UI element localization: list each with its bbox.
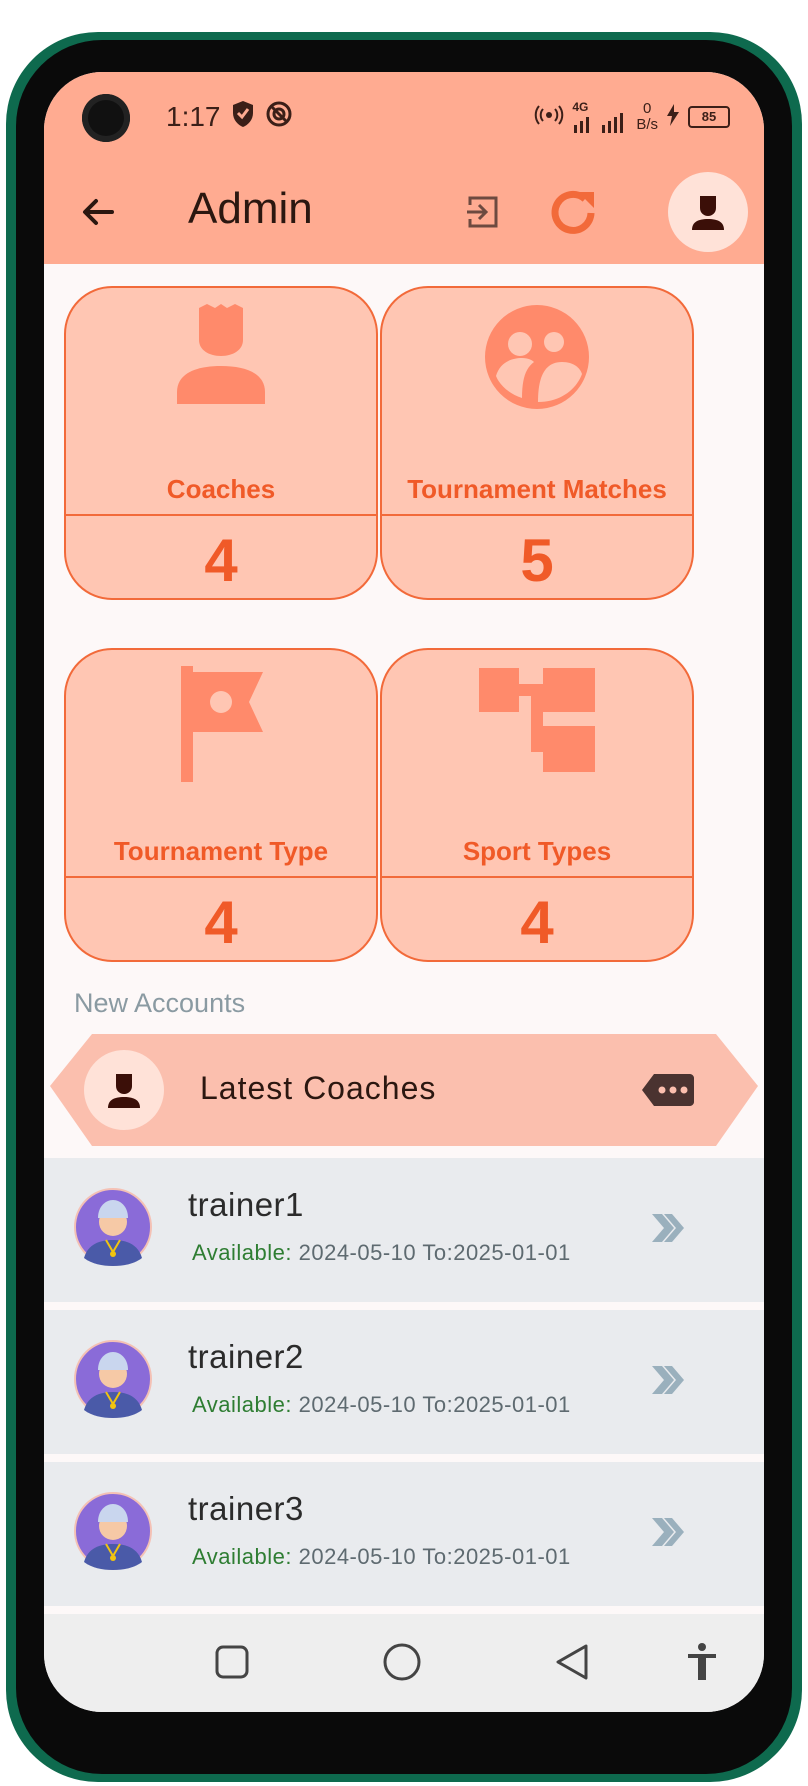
card-label: Sport Types [462,836,612,866]
accessibility-button[interactable] [680,1640,724,1684]
double-chevron-right-icon[interactable] [650,1212,686,1249]
network-type: 4G [572,100,589,114]
triangle-back-icon [556,1644,588,1680]
latest-coaches-banner[interactable]: Latest Coaches [50,1034,758,1146]
group-icon [382,302,692,412]
banner-title: Latest Coaches [200,1070,437,1106]
screen: 1:17 4G 0 B/s 85 Admin Coaches 4 Tournam… [44,72,764,1712]
side-button [794,502,802,712]
flag-icon [66,664,376,782]
logout-button[interactable] [462,192,502,232]
availability: Available: 2024-05-10 To:2025-01-01 [192,1544,571,1570]
toolbar: Admin [44,172,764,264]
card-label: Tournament Matches [407,474,667,504]
double-chevron-right-icon[interactable] [650,1516,686,1553]
card-divider [382,876,692,878]
available-label: Available: [192,1544,292,1569]
avatar [74,1492,152,1570]
card-count: 4 [204,527,238,594]
hotspot-icon [534,104,564,131]
avatar [84,1050,164,1130]
back-button[interactable] [74,188,122,236]
card-count: 4 [520,889,554,956]
availability: Available: 2024-05-10 To:2025-01-01 [192,1240,571,1266]
logout-icon [467,196,498,228]
card-count: 5 [520,527,554,594]
refresh-button[interactable] [542,182,604,244]
coach-name: trainer1 [188,1186,304,1223]
hierarchy-icon [382,664,692,774]
card-divider [382,514,692,516]
double-chevron-right-icon[interactable] [650,1364,686,1401]
status-bar-right: 4G 0 B/s 85 [534,96,730,138]
available-label: Available: [192,1392,292,1417]
card-divider [66,876,376,878]
card-tournament-matches[interactable]: Tournament Matches 5 [380,286,694,600]
coach-name: trainer2 [188,1338,304,1375]
signal-icon: 4G [572,101,628,133]
coach-row[interactable]: trainer1 Available: 2024-05-10 To:2025-0… [44,1158,764,1302]
shield-icon [231,100,255,135]
net-speed-unit: B/s [636,116,658,133]
app-bar: 1:17 4G 0 B/s 85 Admin [44,72,764,264]
recents-button[interactable] [210,1640,254,1684]
home-button[interactable] [380,1640,424,1684]
net-speed-value: 0 [642,100,652,117]
profile-button[interactable] [668,172,748,252]
charging-icon [666,103,680,131]
card-coaches[interactable]: Coaches 4 [64,286,378,600]
avatar [74,1188,152,1266]
person-icon [108,1074,140,1108]
arrow-back-icon [83,199,114,225]
page-title: Admin [188,184,313,233]
availability: Available: 2024-05-10 To:2025-01-01 [192,1392,571,1418]
circle-icon [383,1643,421,1681]
card-tournament-type[interactable]: Tournament Type 4 [64,648,378,962]
coach-row[interactable]: trainer3 Available: 2024-05-10 To:2025-0… [44,1462,764,1606]
card-sport-types[interactable]: Sport Types 4 [380,648,694,962]
available-range: 2024-05-10 To:2025-01-01 [292,1544,571,1569]
available-label: Available: [192,1240,292,1265]
coach-row[interactable]: trainer2 Available: 2024-05-10 To:2025-0… [44,1310,764,1454]
system-nav-bar [44,1614,764,1712]
person-icon [66,302,376,412]
avatar [74,1340,152,1418]
available-range: 2024-05-10 To:2025-01-01 [292,1392,571,1417]
person-icon [692,196,724,230]
status-bar-left: 1:17 [166,96,293,138]
coach-name: trainer3 [188,1490,304,1527]
available-range: 2024-05-10 To:2025-01-01 [292,1240,571,1265]
card-label: Coaches [166,474,276,504]
card-count: 4 [204,889,238,956]
more-tag-icon[interactable] [642,1072,694,1113]
accessibility-icon [688,1643,716,1680]
card-divider [66,514,376,516]
refresh-icon [551,190,595,234]
section-label: New Accounts [74,988,246,1018]
battery-icon: 85 [688,106,730,128]
square-icon [215,1645,249,1679]
back-nav-button[interactable] [550,1640,594,1684]
net-speed: 0 B/s [636,101,658,133]
status-time: 1:17 [166,101,221,132]
no-disturb-icon [265,100,293,135]
card-label: Tournament Type [113,836,329,866]
camera-hole [82,94,130,142]
